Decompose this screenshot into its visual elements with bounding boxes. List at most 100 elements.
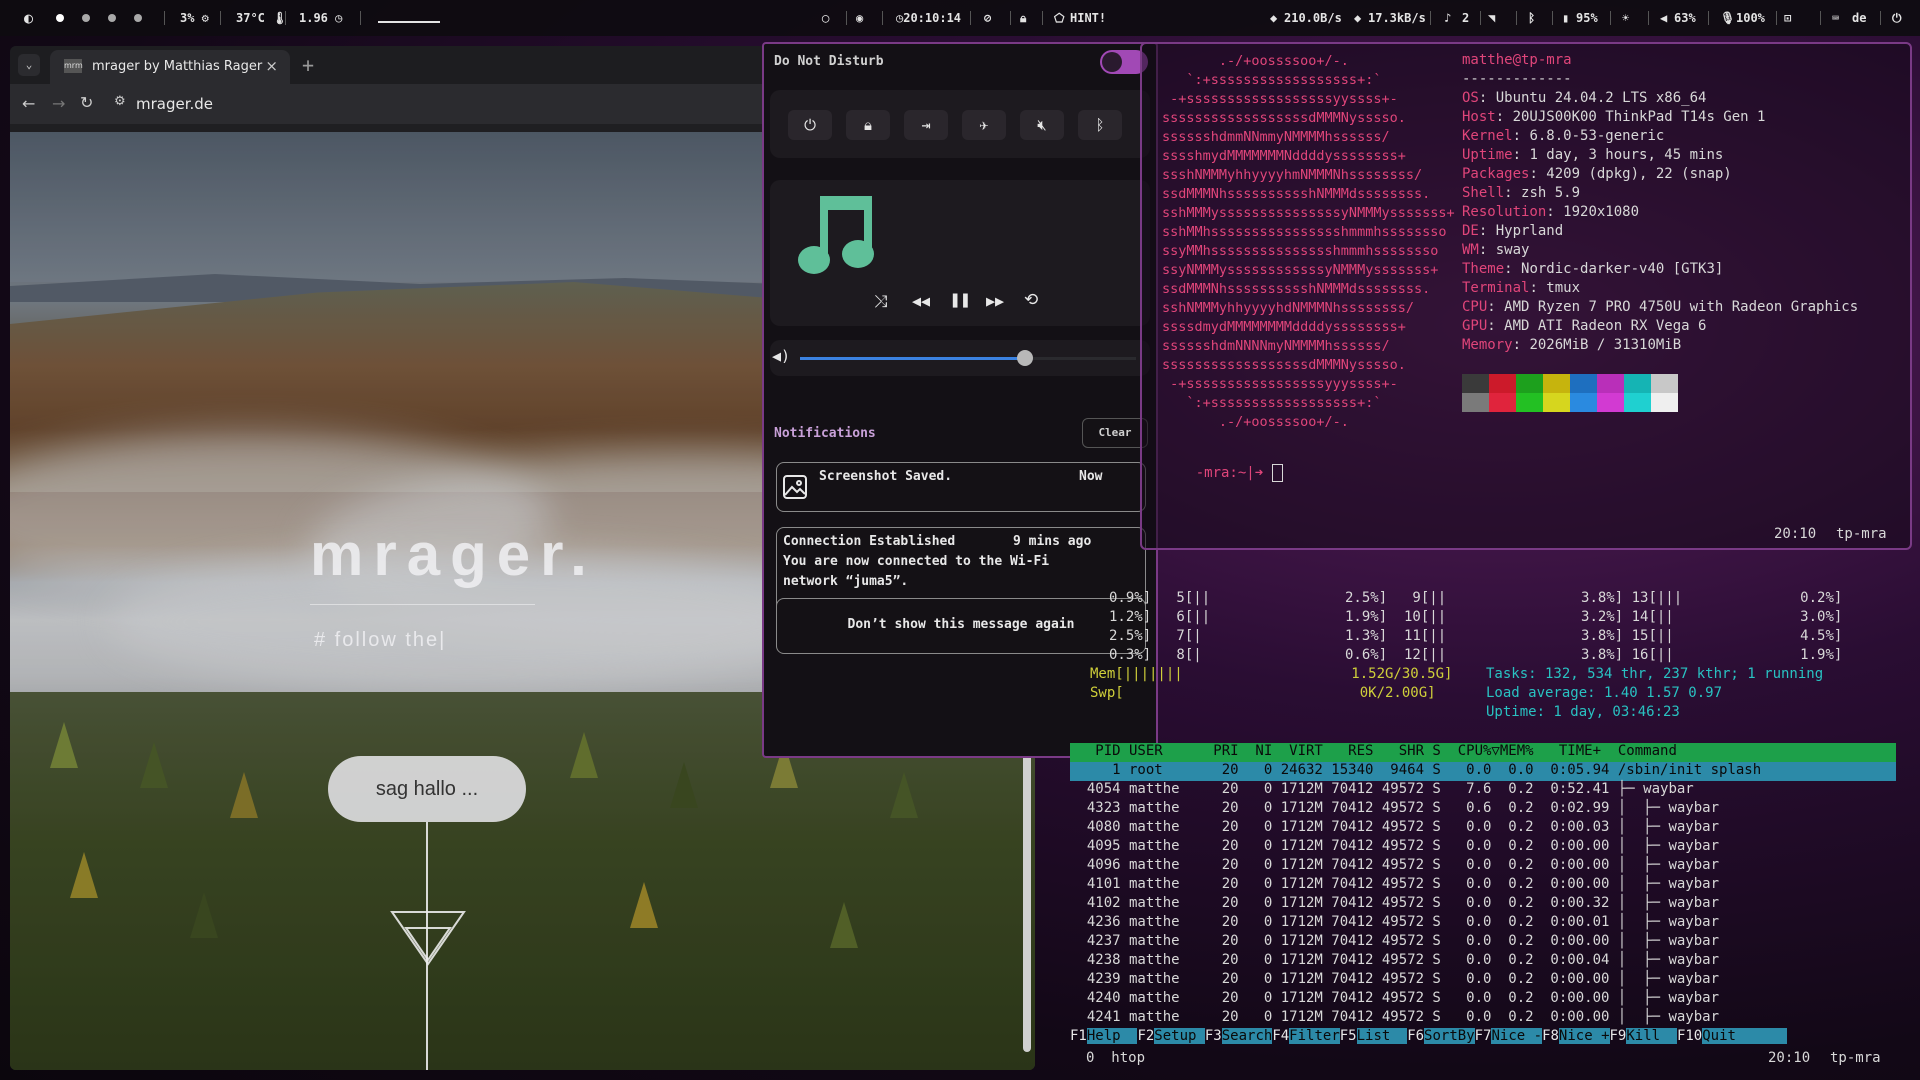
table-row[interactable]: 4054 matthe 20 0 1712M 70412 49572 S 7.6… xyxy=(1070,781,1896,800)
user-host: matthe@tp-mra xyxy=(1462,52,1572,68)
fkey-number: F5 xyxy=(1339,1028,1357,1044)
fast-forward-icon[interactable]: ▶▶ xyxy=(986,292,1004,310)
power-icon[interactable]: ⏻ xyxy=(1892,11,1902,26)
table-row[interactable]: 4238 matthe 20 0 1712M 70412 49572 S 0.0… xyxy=(1070,952,1896,971)
fkey-label[interactable]: Setup xyxy=(1154,1028,1205,1044)
notification-time: 9 mins ago xyxy=(1013,534,1092,549)
microphone-icon[interactable]: 🎙︎ xyxy=(1720,11,1735,25)
tab-mrager[interactable]: mrm mrager by Matthias Rager × xyxy=(50,50,290,84)
tmux-host: tp-mra xyxy=(1830,1050,1881,1066)
ascii-line: `:+ssssssssssssssssss+:` xyxy=(1162,72,1382,88)
fkey-label[interactable]: Kill xyxy=(1626,1028,1677,1044)
fkey-label[interactable]: Quit xyxy=(1702,1028,1787,1044)
hint-icon: ⬠ xyxy=(1054,11,1065,25)
say-hello-button[interactable]: sag hallo ... xyxy=(328,756,526,822)
notification-screenshot[interactable]: Screenshot Saved. Now xyxy=(776,462,1146,512)
table-row[interactable]: 4323 matthe 20 0 1712M 70412 49572 S 0.6… xyxy=(1070,800,1896,819)
ascii-line: sshNMMMyhhyyyyhdNMMMNhssssssss/ xyxy=(1162,300,1414,316)
brightness-icon[interactable]: ☀ xyxy=(1622,11,1629,25)
volume-icon[interactable]: ◀ xyxy=(1660,11,1667,25)
fkey-label[interactable]: List xyxy=(1356,1028,1408,1044)
process-table-header[interactable]: PID USER PRI NI VIRT RES SHR S CPU%▽MEM%… xyxy=(1070,743,1896,762)
clipboard-lock-icon[interactable]: ⊡ xyxy=(1784,11,1791,25)
back-icon[interactable]: ← xyxy=(22,94,35,113)
ascii-line: .-/+oossssoo+/-. xyxy=(1162,53,1349,69)
color-swatch xyxy=(1570,393,1597,412)
color-swatch xyxy=(1543,393,1570,412)
launcher-icon[interactable]: ◐ xyxy=(24,9,33,27)
table-row[interactable]: 4241 matthe 20 0 1712M 70412 49572 S 0.0… xyxy=(1070,1009,1896,1028)
info-value: 1 day, 3 hours, 45 mins xyxy=(1529,147,1724,163)
workspace-3[interactable] xyxy=(108,14,116,22)
color-swatch xyxy=(1489,374,1516,393)
volume-slider-handle[interactable] xyxy=(1017,350,1034,366)
idle-inhibitor-icon[interactable]: ◯ xyxy=(822,11,829,25)
tasks-summary: Tasks: 132, 534 thr, 237 kthr; 1 running xyxy=(1486,666,1824,682)
tmux-window[interactable]: 0 htop xyxy=(1086,1050,1145,1066)
bell-icon[interactable]: ♪ xyxy=(1444,11,1451,25)
no-notifications-icon[interactable]: ⊘ xyxy=(984,11,991,25)
info-colon: : xyxy=(1546,204,1564,220)
table-row[interactable]: 4239 matthe 20 0 1712M 70412 49572 S 0.0… xyxy=(1070,971,1896,990)
privacy-eye-icon[interactable]: ◉ xyxy=(856,11,863,25)
url-field[interactable]: mrager.de xyxy=(136,95,213,113)
clear-button[interactable]: Clear xyxy=(1082,418,1148,448)
shuffle-icon[interactable]: ⤨ xyxy=(874,292,888,312)
triangle-logo-icon xyxy=(390,911,466,966)
table-row[interactable]: 4080 matthe 20 0 1712M 70412 49572 S 0.0… xyxy=(1070,819,1896,838)
table-row[interactable]: 4240 matthe 20 0 1712M 70412 49572 S 0.0… xyxy=(1070,990,1896,1009)
fkey-label[interactable]: Help xyxy=(1086,1028,1138,1044)
repeat-icon[interactable]: ⟲ xyxy=(1024,290,1038,310)
info-colon: : xyxy=(1512,128,1530,144)
bluetooth-button[interactable]: ᛒ xyxy=(1078,110,1122,140)
wifi-icon[interactable]: ◥ xyxy=(1488,11,1495,25)
table-row[interactable]: 4101 matthe 20 0 1712M 70412 49572 S 0.0… xyxy=(1070,876,1896,895)
close-tab-icon[interactable]: × xyxy=(265,57,278,75)
ascii-line: ssdMMMNhsssssssssshNMMMdssssssss. xyxy=(1162,186,1431,202)
logout-button[interactable]: ⇥ xyxy=(904,110,948,140)
media-progress xyxy=(378,21,440,23)
ascii-line: sssshmydMMMMMMMNddddyssssssss+ xyxy=(1162,148,1406,164)
info-line: GPU: AMD ATI Radeon RX Vega 6 xyxy=(1462,318,1706,334)
reload-icon[interactable]: ↻ xyxy=(80,93,93,112)
table-row[interactable]: 4236 matthe 20 0 1712M 70412 49572 S 0.0… xyxy=(1070,914,1896,933)
ascii-line: -+sssssssssssssssssyyyssss+- xyxy=(1162,376,1398,392)
workspace-1[interactable] xyxy=(56,14,64,22)
clock[interactable]: ◷20:10:14 xyxy=(896,11,961,25)
table-row[interactable]: 4096 matthe 20 0 1712M 70412 49572 S 0.0… xyxy=(1070,857,1896,876)
fkey-label[interactable]: Nice + xyxy=(1558,1028,1610,1044)
rewind-icon[interactable]: ◀◀ xyxy=(912,292,930,310)
table-row[interactable]: 4095 matthe 20 0 1712M 70412 49572 S 0.0… xyxy=(1070,838,1896,857)
table-row[interactable]: 4237 matthe 20 0 1712M 70412 49572 S 0.0… xyxy=(1070,933,1896,952)
hint-label[interactable]: HINT! xyxy=(1070,11,1106,25)
table-row[interactable]: 1 root 20 0 24632 15340 9464 S 0.0 0.0 0… xyxy=(1070,762,1896,781)
workspace-4[interactable] xyxy=(134,14,142,22)
fkey-label[interactable]: Nice - xyxy=(1491,1028,1543,1044)
site-info-icon[interactable]: ⚙ xyxy=(114,94,126,109)
lock-icon[interactable]: 🔒︎ xyxy=(1020,11,1026,26)
table-row[interactable]: 4102 matthe 20 0 1712M 70412 49572 S 0.0… xyxy=(1070,895,1896,914)
fkey-number: F9 xyxy=(1609,1028,1627,1044)
terminal-fetch: .-/+oossssoo+/-. `:+ssssssssssssssssss+:… xyxy=(1140,42,1912,550)
info-colon: : xyxy=(1512,147,1530,163)
tab-search-chevron-icon[interactable]: ⌄ xyxy=(18,54,40,76)
fkey-label[interactable]: Search xyxy=(1221,1028,1273,1044)
fkey-label[interactable]: SortBy xyxy=(1424,1028,1475,1044)
shell-prompt[interactable]: -mra:~|➜ xyxy=(1162,448,1283,498)
bluetooth-icon[interactable]: ᛒ xyxy=(1528,11,1535,25)
keyboard-layout[interactable]: de xyxy=(1852,11,1866,25)
info-line: Shell: zsh 5.9 xyxy=(1462,185,1580,201)
ascii-line: ssssssssssssssssssdMMMNysssso. xyxy=(1162,357,1406,373)
color-swatch xyxy=(1597,393,1624,412)
workspace-2[interactable] xyxy=(82,14,90,22)
notification-count: 2 xyxy=(1462,11,1470,25)
power-button[interactable]: ⏻ xyxy=(788,110,832,140)
fkey-label[interactable]: Filter xyxy=(1289,1028,1340,1044)
pause-icon[interactable]: ❚❚ xyxy=(950,290,970,310)
lock-button[interactable]: 🔒︎ xyxy=(846,110,890,140)
forward-icon[interactable]: → xyxy=(52,94,65,113)
new-tab-icon[interactable]: + xyxy=(302,53,314,77)
airplane-button[interactable]: ✈ xyxy=(962,110,1006,140)
mute-button[interactable]: 🔇︎ xyxy=(1020,110,1064,140)
cpu-usage: 3% ⚙ xyxy=(180,11,209,25)
